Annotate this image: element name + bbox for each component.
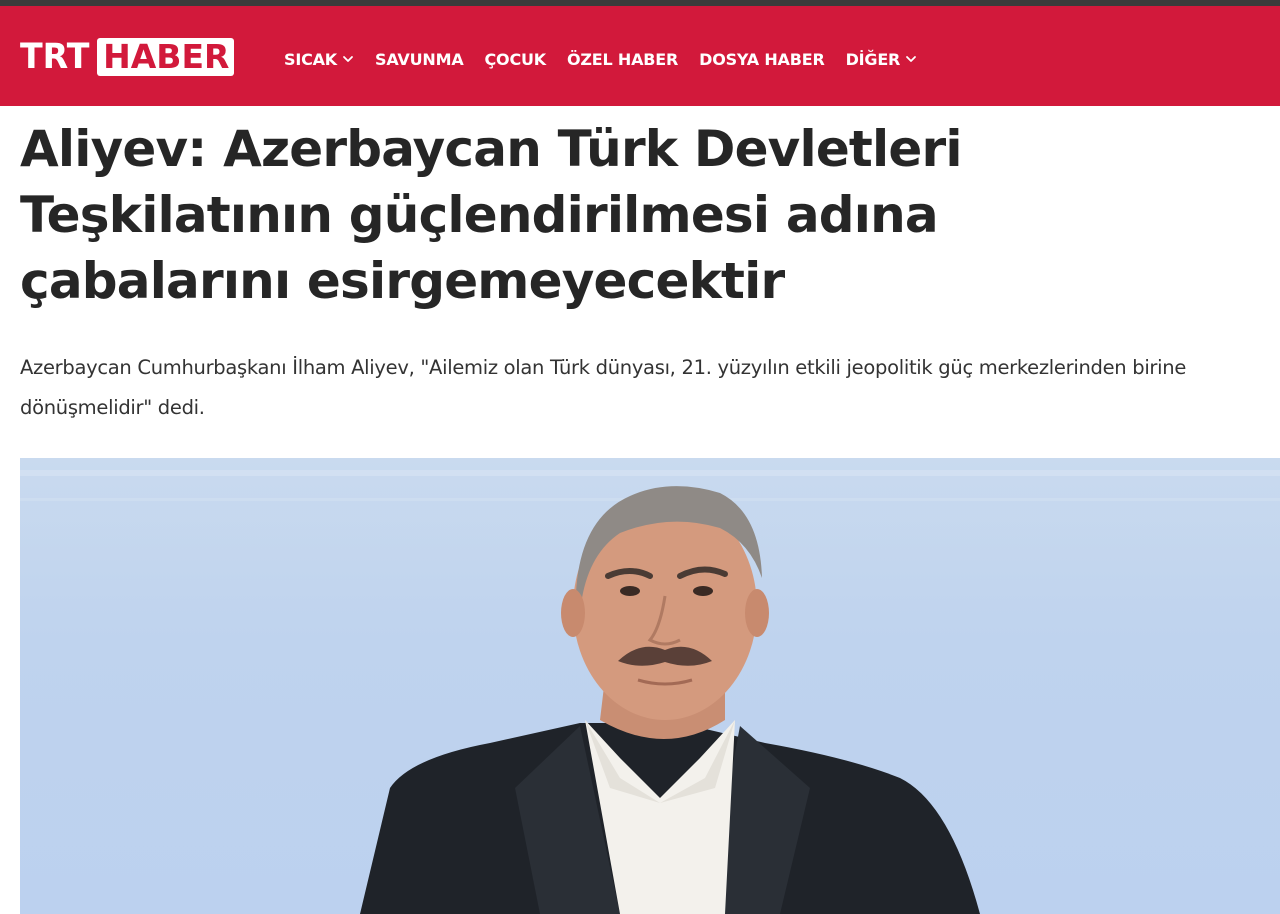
trt-haber-logo[interactable]: TRT HABER (20, 37, 235, 77)
logo-trt-text: TRT (20, 37, 90, 77)
nav-item-savunma[interactable]: SAVUNMA (375, 50, 464, 69)
nav-item-sicak[interactable]: SICAK (284, 50, 354, 69)
portrait-illustration (20, 470, 1280, 914)
chevron-down-icon (906, 56, 917, 62)
nav-item-label: ÇOCUK (484, 49, 547, 69)
article-summary: Azerbaycan Cumhurbaşkanı İlham Aliyev, "… (20, 356, 1187, 419)
nav-item-dosya-haber[interactable]: DOSYA HABER (699, 49, 825, 69)
article-hero-photo (20, 458, 1280, 914)
article-headline: Aliyev: Azerbaycan Türk Devletleri Teşki… (20, 120, 962, 310)
nav-item-label: DOSYA HABER (699, 49, 825, 69)
chevron-down-icon (343, 56, 353, 62)
main-nav: SICAK SAVUNMA ÇOCUK ÖZEL HABER DOSYA HAB… (284, 46, 938, 72)
site-header: TRT HABER SICAK SAVUNMA ÇOCUK ÖZEL HABER… (0, 6, 1280, 106)
nav-item-cocuk[interactable]: ÇOCUK (484, 49, 547, 69)
nav-item-label: ÖZEL HABER (567, 49, 679, 69)
nav-item-ozel-haber[interactable]: ÖZEL HABER (567, 50, 678, 69)
logo-haber-text: HABER (97, 38, 235, 76)
nav-item-label: SAVUNMA (375, 49, 464, 69)
nav-item-label: SICAK (284, 49, 338, 69)
nav-item-diger[interactable]: DİĞER (846, 50, 918, 69)
nav-item-label: DİĞER (845, 49, 901, 69)
